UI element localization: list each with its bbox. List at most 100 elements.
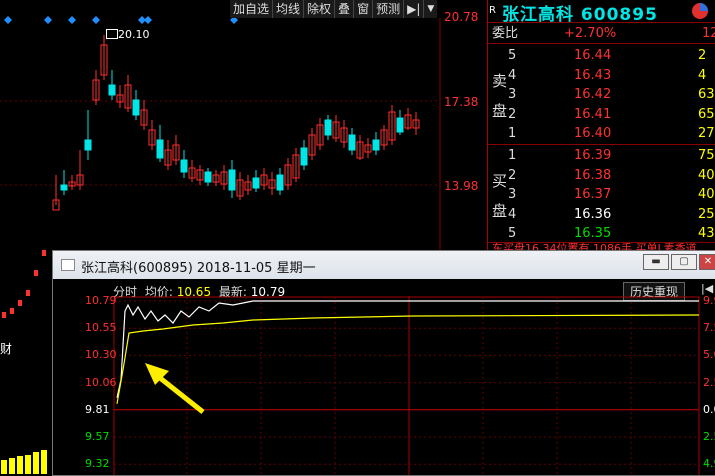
quote-panel: R 张江高科 600895 委比 +2.70% 12 卖 盘 5 16.44 2 4 1… bbox=[487, 0, 715, 255]
sell-vol: 2 bbox=[698, 48, 707, 63]
maximize-button[interactable]: ▢ bbox=[671, 254, 697, 270]
r-mark: R bbox=[489, 5, 496, 16]
sell-price: 16.42 bbox=[574, 87, 612, 103]
volume-bar bbox=[33, 452, 39, 474]
buy-price: 16.37 bbox=[574, 187, 612, 203]
sell-level-row[interactable]: 4 16.43 4 bbox=[508, 66, 715, 85]
candle-body bbox=[324, 119, 332, 136]
sell-price: 16.41 bbox=[574, 106, 612, 122]
price-axis-label: 9.57 bbox=[85, 430, 110, 443]
candle-body bbox=[18, 300, 22, 306]
forecast-button[interactable]: 预测 bbox=[372, 0, 403, 18]
volume-bar bbox=[25, 455, 31, 474]
sell-level: 3 bbox=[508, 87, 517, 103]
sell-level: 4 bbox=[508, 67, 517, 83]
ma-button[interactable]: 均线 bbox=[272, 0, 303, 18]
volume-bar bbox=[9, 458, 15, 474]
event-marker-icon[interactable] bbox=[4, 16, 12, 24]
close-button[interactable]: ✕ bbox=[699, 254, 715, 270]
candle-body bbox=[10, 308, 14, 314]
dropdown-icon[interactable]: ▼ bbox=[423, 0, 437, 18]
left-partial-label: 财 bbox=[0, 342, 13, 356]
sell-level-row[interactable]: 1 16.40 27 bbox=[508, 124, 715, 143]
maximize-icon: ▢ bbox=[679, 256, 689, 267]
buy-level-row[interactable]: 2 16.38 40 bbox=[508, 166, 715, 185]
percent-axis-label: 0.0 bbox=[703, 402, 715, 416]
intraday-chart-area: 分时 均价: 10.65 最新: 10.79 历史重现 |◀ 10.79 10.5 bbox=[53, 279, 715, 475]
percent-axis-label: 2.5 bbox=[703, 375, 715, 389]
buy-level-row[interactable]: 3 16.37 40 bbox=[508, 185, 715, 204]
percent-axis-label: 5.0 bbox=[703, 348, 715, 362]
buy-level: 2 bbox=[508, 167, 517, 183]
price-axis-label: 10.55 bbox=[85, 321, 117, 335]
sell-price: 16.40 bbox=[574, 126, 612, 142]
webi-value: +2.70% bbox=[564, 26, 617, 41]
window-app-icon bbox=[61, 259, 75, 271]
kline-peak-marker bbox=[106, 29, 118, 39]
buy-vol: 75 bbox=[698, 148, 715, 163]
divider bbox=[488, 43, 715, 44]
candle-body bbox=[132, 99, 140, 116]
candle-body bbox=[60, 184, 68, 191]
webi-row: 委比 +2.70% 12 bbox=[492, 24, 715, 43]
top-toolbar: 加自选 均线 除权 叠 窗 预测 ▶| ▼ bbox=[230, 0, 438, 18]
window-button[interactable]: 窗 bbox=[353, 0, 372, 18]
percent-axis-label: 2.5 bbox=[703, 430, 715, 443]
sell-vol: 27 bbox=[698, 126, 715, 142]
sell-level: 2 bbox=[508, 106, 517, 122]
candle-body bbox=[42, 250, 46, 256]
event-marker-icon[interactable] bbox=[44, 16, 52, 24]
minimize-button[interactable]: ▬ bbox=[643, 254, 669, 270]
event-marker-icon[interactable] bbox=[68, 16, 76, 24]
divider bbox=[488, 22, 715, 23]
webi-label: 委比 bbox=[492, 26, 519, 41]
candle-body bbox=[276, 174, 284, 191]
intraday-window: 张江高科(600895) 2018-11-05 星期一 ▬ ▢ ✕ 分时 均价:… bbox=[52, 250, 715, 476]
candle-body bbox=[108, 84, 116, 96]
next-icon[interactable]: ▶| bbox=[403, 0, 423, 18]
minimize-icon: ▬ bbox=[651, 256, 661, 267]
candle-body bbox=[26, 290, 30, 296]
sell-level-row[interactable]: 2 16.41 65 bbox=[508, 105, 715, 124]
candle-body bbox=[396, 117, 404, 133]
candle-body bbox=[34, 270, 38, 276]
percent-axis-label: 7.5 bbox=[703, 321, 715, 335]
buy-label: 买 盘 bbox=[492, 172, 508, 220]
sell-level-row[interactable]: 5 16.44 2 bbox=[508, 46, 715, 65]
sell-vol: 65 bbox=[698, 106, 715, 122]
buy-level-row[interactable]: 4 16.36 25 bbox=[508, 205, 715, 224]
buy-price: 16.39 bbox=[574, 148, 612, 163]
percent-axis-label: 4.9 bbox=[703, 457, 715, 471]
overlay-button[interactable]: 叠 bbox=[334, 0, 353, 18]
event-marker-icon[interactable] bbox=[92, 16, 100, 24]
candle-body bbox=[180, 159, 188, 173]
buy-level: 3 bbox=[508, 187, 517, 203]
sell-level: 1 bbox=[508, 126, 517, 142]
window-title: 张江高科(600895) 2018-11-05 星期一 bbox=[81, 261, 316, 276]
add-watchlist-button[interactable]: 加自选 bbox=[230, 0, 272, 18]
price-axis-label: 10.30 bbox=[85, 348, 117, 362]
close-icon: ✕ bbox=[703, 256, 713, 267]
candle-body bbox=[204, 171, 212, 183]
kline-price-low: 13.98 bbox=[444, 179, 479, 193]
sell-level-row[interactable]: 3 16.42 63 bbox=[508, 85, 715, 104]
volume-bar bbox=[17, 456, 23, 474]
volume-bar bbox=[41, 450, 47, 474]
percent-axis-label: 9.9 bbox=[703, 294, 715, 307]
sell-vol: 4 bbox=[698, 67, 707, 83]
price-axis-label: 10.79 bbox=[85, 294, 117, 307]
buy-level-row[interactable]: 1 16.39 75 bbox=[508, 146, 715, 165]
kline-price-high: 20.78 bbox=[444, 10, 479, 24]
logo-icon bbox=[692, 3, 708, 19]
window-titlebar[interactable]: 张江高科(600895) 2018-11-05 星期一 ▬ ▢ ✕ bbox=[53, 251, 715, 279]
buy-level: 1 bbox=[508, 148, 517, 163]
sell-level: 5 bbox=[508, 48, 517, 63]
volume-bar bbox=[1, 460, 7, 474]
buy-vol: 40 bbox=[698, 167, 715, 183]
intraday-plot bbox=[113, 296, 700, 475]
webi-right: 12 bbox=[702, 26, 715, 41]
candle-body bbox=[84, 139, 92, 151]
ex-rights-button[interactable]: 除权 bbox=[303, 0, 334, 18]
buy-level: 4 bbox=[508, 206, 517, 222]
event-marker-icon[interactable] bbox=[144, 16, 152, 24]
